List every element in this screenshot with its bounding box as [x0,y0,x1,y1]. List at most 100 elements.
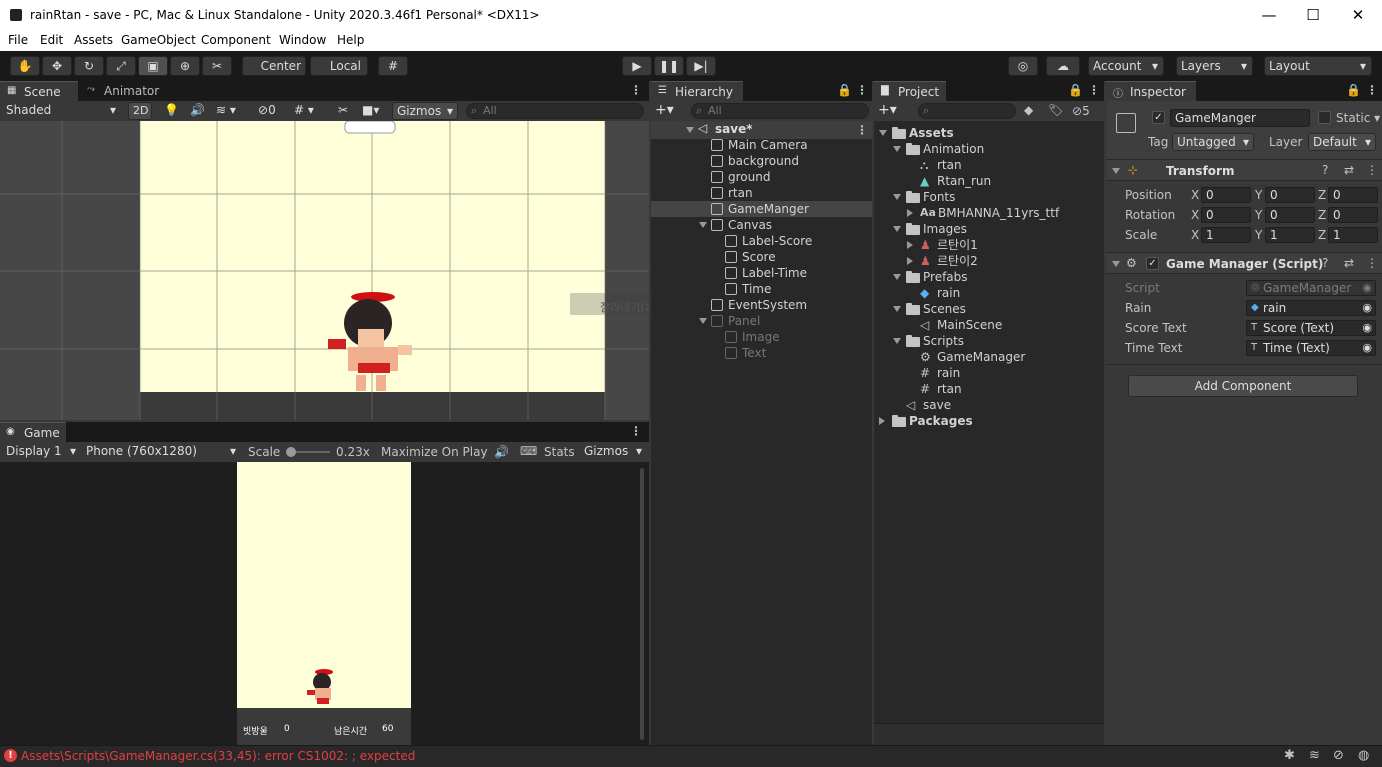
tag-dropdown[interactable]: Untagged ▾ [1172,133,1254,151]
inspector-lock-icon[interactable]: 🔒 [1346,83,1361,97]
script-object-field[interactable]: T Score (Text) ◉ [1246,320,1376,336]
project-folder[interactable]: Animation [874,141,1104,157]
project-asset[interactable]: ⛬ rtan [874,157,1104,173]
space-toggle-button[interactable]: Local [310,56,368,76]
hierarchy-item[interactable]: rtan [651,185,872,201]
object-picker-icon[interactable]: ◉ [1362,321,1372,335]
transform-rotation-y-field[interactable]: 0 [1265,207,1315,223]
inspector-menu-icon[interactable]: ⋮ [1366,83,1378,97]
transform-position-z-field[interactable]: 0 [1328,187,1378,203]
project-asset[interactable]: ♟ 르탄이2 [874,253,1104,269]
move-tool-icon[interactable]: ✥ [42,56,72,76]
project-lock-icon[interactable]: 🔒 [1068,83,1083,97]
lighting-icon[interactable]: 💡 [160,102,182,120]
project-search-input[interactable]: ⌕ [918,103,1016,119]
account-dropdown[interactable]: Account ▾ [1088,56,1164,76]
scene-viewport[interactable]: 잘라내기(X) [0,121,649,420]
help-icon[interactable]: ? [1322,163,1328,177]
hierarchy-item[interactable]: Image [651,329,872,345]
add-component-button[interactable]: Add Component [1128,375,1358,397]
hierarchy-item[interactable]: EventSystem [651,297,872,313]
game-scrollbar[interactable] [640,468,644,740]
hierarchy-item[interactable]: ground [651,169,872,185]
active-checkbox[interactable]: ✓ [1152,111,1165,124]
scene-menu-icon[interactable]: ⋮ [630,83,642,97]
scale-slider[interactable] [286,447,330,457]
project-asset[interactable]: ◁ save [874,397,1104,413]
collab-icon[interactable]: ◎ [1008,56,1038,76]
expand-arrow-icon[interactable] [699,222,707,228]
tab-project[interactable]: ▇ Project [874,81,946,102]
project-asset[interactable]: ◆ rain [874,285,1104,301]
game-viewport[interactable]: 빗방울 0 남은시간 60 [237,462,411,745]
hierarchy-item[interactable]: Time [651,281,872,297]
project-menu-icon[interactable]: ⋮ [1088,83,1100,97]
project-hidden-toggle[interactable]: ⊘5 [1072,104,1090,118]
play-button[interactable]: ▶ [622,56,652,76]
grid-dropdown[interactable]: # ▾ [290,102,328,120]
script-preset-icon[interactable]: ⇄ [1344,256,1354,270]
project-asset[interactable]: Aa BMHANNA_11yrs_ttf [874,205,1104,221]
transform-rotation-z-field[interactable]: 0 [1328,207,1378,223]
expand-arrow-icon[interactable] [893,274,901,280]
menu-help[interactable]: Help [337,33,364,47]
hierarchy-item[interactable]: GameManger [651,201,872,217]
pause-button[interactable]: ❚❚ [654,56,684,76]
hierarchy-item[interactable]: Panel [651,313,872,329]
menu-window[interactable]: Window [279,33,326,47]
layer-dropdown[interactable]: Default ▾ [1308,133,1376,151]
shading-dropdown[interactable]: Shaded ▾ [2,102,120,120]
tab-inspector[interactable]: ⓘ Inspector [1106,81,1196,102]
filter-label-icon[interactable]: 🏷 [1048,103,1063,117]
script-menu-icon[interactable]: ⋮ [1366,256,1378,270]
project-asset[interactable]: ▲ Rtan_run [874,173,1104,189]
create-dropdown[interactable]: +▾ [653,102,681,120]
transform-scale-y-field[interactable]: 1 [1265,227,1315,243]
tools-icon[interactable]: ✂ [334,102,354,120]
game-menu-icon[interactable]: ⋮ [630,424,642,438]
pivot-toggle-button[interactable]: Center [242,56,306,76]
hierarchy-item[interactable]: Canvas [651,217,872,233]
hierarchy-item[interactable]: Text [651,345,872,361]
project-asset[interactable]: # rtan [874,381,1104,397]
auto-refresh-icon[interactable]: ⊘ [1333,748,1344,763]
rect-tool-icon[interactable]: ▣ [138,56,168,76]
layout-dropdown[interactable]: Layout ▾ [1264,56,1372,76]
tab-hierarchy[interactable]: ☰ Hierarchy [651,81,743,102]
menu-assets[interactable]: Assets [74,33,113,47]
project-asset[interactable]: ◁ MainScene [874,317,1104,333]
close-button[interactable]: ✕ [1335,4,1381,26]
layers-dropdown[interactable]: Layers ▾ [1176,56,1253,76]
scale-slider-thumb[interactable] [286,447,296,457]
camera-dropdown[interactable]: ■▾ [358,102,388,120]
hierarchy-menu-icon[interactable]: ⋮ [856,83,868,97]
tab-animator[interactable]: ⤳ Animator [80,81,160,102]
collapsed-arrow-icon[interactable] [879,417,885,425]
project-folder[interactable]: Fonts [874,189,1104,205]
hierarchy-item[interactable]: Label-Time [651,265,872,281]
transform-position-y-field[interactable]: 0 [1265,187,1315,203]
debug-icon[interactable]: ✱ [1284,748,1295,763]
expand-arrow-icon[interactable] [893,146,901,152]
hierarchy-item[interactable]: Label-Score [651,233,872,249]
project-create-dropdown[interactable]: +▾ [876,102,904,120]
display-dropdown[interactable]: Display 1 ▾ [2,443,80,461]
expand-arrow-icon[interactable] [699,318,707,324]
project-folder[interactable]: Scripts [874,333,1104,349]
project-folder[interactable]: Prefabs [874,269,1104,285]
script-help-icon[interactable]: ? [1322,256,1328,270]
menu-file[interactable]: File [8,33,28,47]
maximize-button[interactable]: ☐ [1290,4,1336,26]
project-asset[interactable]: # rain [874,365,1104,381]
stats-toggle[interactable]: Stats [544,445,575,459]
filter-type-icon[interactable]: ◆ [1024,103,1033,117]
script-object-field[interactable]: T Time (Text) ◉ [1246,340,1376,356]
hierarchy-item[interactable]: Main Camera [651,137,872,153]
menu-component[interactable]: Component [201,33,271,47]
lock-icon[interactable]: 🔒 [837,83,852,97]
hidden-objects-toggle[interactable]: ⊘0 [254,102,288,120]
cache-icon[interactable]: ≋ [1309,748,1320,763]
maximize-on-play-toggle[interactable]: Maximize On Play [381,445,488,459]
script-enabled-checkbox[interactable]: ✓ [1146,257,1159,270]
mute-audio-icon[interactable]: 🔊 [494,445,509,459]
